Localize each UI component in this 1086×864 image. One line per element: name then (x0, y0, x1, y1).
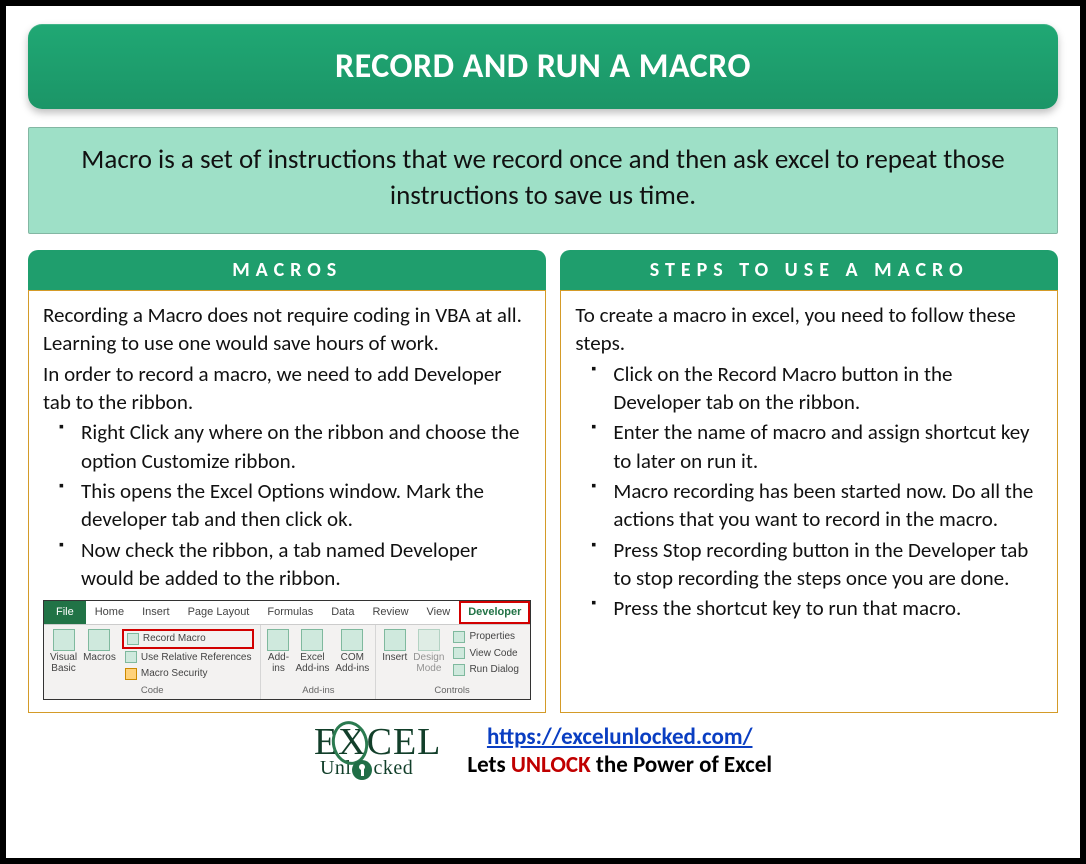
visual-basic-button: Visual Basic (50, 629, 77, 674)
ribbon-groups: Visual Basic Macros Record Macro (44, 625, 530, 699)
insert-control-button: Insert (382, 629, 407, 664)
tagline-before: Lets (467, 751, 511, 779)
com-addins-label: COM Add-ins (335, 653, 369, 674)
record-macro-button: Record Macro (122, 629, 255, 649)
tagline-unlock: UNLOCK (511, 751, 591, 779)
use-relative-references-label: Use Relative References (141, 651, 252, 665)
list-item: This opens the Excel Options window. Mar… (65, 477, 531, 534)
tagline: Lets UNLOCK the Power of Excel (467, 751, 772, 779)
ribbon-group-controls: Insert Design Mode Properties (376, 625, 528, 699)
macro-security-label: Macro Security (141, 667, 208, 681)
view-code-icon (453, 647, 465, 659)
properties-icon (453, 631, 465, 643)
run-dialog-label: Run Dialog (469, 663, 518, 677)
list-item: Press Stop recording button in the Devel… (597, 536, 1043, 593)
ribbon-tab-file: File (44, 601, 86, 624)
left-intro-1: Recording a Macro does not require codin… (43, 301, 531, 358)
ribbon-group-code: Visual Basic Macros Record Macro (44, 625, 261, 699)
ribbon-tab-developer: Developer (459, 601, 530, 624)
page-title: RECORD AND RUN A MACRO (28, 24, 1058, 109)
properties-label: Properties (469, 630, 515, 644)
left-column-body: Recording a Macro does not require codin… (28, 290, 546, 714)
design-mode-icon (418, 629, 440, 651)
ribbon-tabs: File Home Insert Page Layout Formulas Da… (44, 601, 530, 625)
right-column-body: To create a macro in excel, you need to … (560, 290, 1058, 714)
right-intro: To create a macro in excel, you need to … (575, 301, 1043, 358)
view-code-label: View Code (469, 647, 517, 661)
addins-button: Add- ins (267, 629, 289, 674)
site-link[interactable]: https://excelunlocked.com/ (487, 723, 753, 751)
com-addins-button: COM Add-ins (335, 629, 369, 674)
ribbon-tab-view: View (418, 601, 460, 624)
macros-button: Macros (83, 629, 116, 664)
insert-control-icon (384, 629, 406, 651)
insert-control-label: Insert (382, 653, 407, 664)
design-mode-label: Design Mode (413, 653, 444, 674)
ribbon-group-label-controls: Controls (382, 685, 522, 698)
use-relative-references-icon (125, 651, 137, 663)
right-column: STEPS TO USE A MACRO To create a macro i… (560, 250, 1058, 714)
list-item: Now check the ribbon, a tab named Develo… (65, 536, 531, 593)
left-intro-2: In order to record a macro, we need to a… (43, 360, 531, 417)
left-bullet-list: Right Click any where on the ribbon and … (43, 418, 531, 592)
ribbon-group-addins: Add- ins Excel Add-ins COM Add-ins (261, 625, 376, 699)
ribbon-tab-insert: Insert (133, 601, 179, 624)
excel-addins-icon (301, 629, 323, 651)
ribbon-tab-home: Home (86, 601, 133, 624)
tagline-after: the Power of Excel (591, 751, 772, 779)
design-mode-button: Design Mode (413, 629, 444, 674)
document-frame: RECORD AND RUN A MACRO Macro is a set of… (0, 0, 1086, 864)
visual-basic-icon (53, 629, 75, 651)
logo-text-cked: cked (373, 759, 413, 777)
addins-icon (267, 629, 289, 651)
list-item: Click on the Record Macro button in the … (597, 360, 1043, 417)
left-column: MACROS Recording a Macro does not requir… (28, 250, 546, 714)
columns-wrap: MACROS Recording a Macro does not requir… (28, 250, 1058, 714)
logo-letters-cel: CEL (367, 725, 442, 760)
view-code-button: View Code (450, 646, 521, 662)
run-dialog-icon (453, 664, 465, 676)
list-item: Press the shortcut key to run that macro… (597, 594, 1043, 622)
excel-addins-button: Excel Add-ins (295, 629, 329, 674)
definition-text: Macro is a set of instructions that we r… (28, 127, 1058, 234)
ribbon-tab-page-layout: Page Layout (179, 601, 259, 624)
record-macro-icon (127, 633, 139, 645)
visual-basic-label: Visual Basic (50, 653, 77, 674)
macros-label: Macros (83, 653, 116, 664)
right-bullet-list: Click on the Record Macro button in the … (575, 360, 1043, 623)
footer-text: https://excelunlocked.com/ Lets UNLOCK t… (467, 723, 772, 779)
logo-top-row: E X CEL (314, 725, 441, 760)
ribbon-tab-review: Review (363, 601, 417, 624)
ribbon-group-label-code: Code (50, 685, 254, 698)
macro-security-button: Macro Security (122, 666, 255, 682)
ribbon-tab-data: Data (322, 601, 363, 624)
left-column-header: MACROS (28, 250, 546, 290)
excel-unlocked-logo: E X CEL Unl cked (314, 725, 441, 778)
list-item: Enter the name of macro and assign short… (597, 418, 1043, 475)
macro-security-icon (125, 668, 137, 680)
list-item: Macro recording has been started now. Do… (597, 477, 1043, 534)
properties-button: Properties (450, 629, 521, 645)
excel-addins-label: Excel Add-ins (295, 653, 329, 674)
footer: E X CEL Unl cked https://excelunlocked.c… (28, 723, 1058, 779)
logo-x-wrap: X (338, 725, 366, 760)
ribbon-tab-formulas: Formulas (258, 601, 322, 624)
addins-label: Add- ins (268, 653, 289, 674)
right-column-header: STEPS TO USE A MACRO (560, 250, 1058, 290)
keyhole-icon (352, 760, 372, 780)
com-addins-icon (341, 629, 363, 651)
excel-ribbon-screenshot: File Home Insert Page Layout Formulas Da… (43, 600, 531, 700)
record-macro-label: Record Macro (143, 632, 206, 646)
ribbon-group-label-addins: Add-ins (267, 685, 369, 698)
macros-icon (88, 629, 110, 651)
list-item: Right Click any where on the ribbon and … (65, 418, 531, 475)
run-dialog-button: Run Dialog (450, 662, 521, 678)
use-relative-references-button: Use Relative References (122, 650, 255, 666)
